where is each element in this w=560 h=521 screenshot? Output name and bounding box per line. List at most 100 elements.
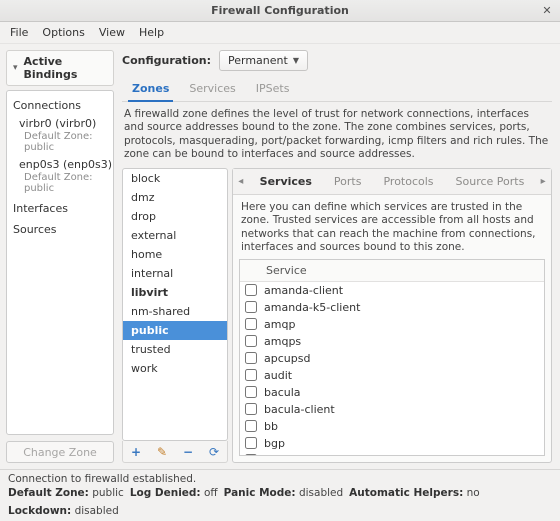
service-checkbox[interactable] [245,403,257,415]
menu-view[interactable]: View [99,26,125,39]
auto-helpers-value: no [467,487,480,499]
service-list[interactable]: Service amanda-clientamanda-k5-client amq… [239,259,545,457]
scroll-left-icon[interactable]: ◂ [233,176,249,187]
inner-tab-ports[interactable]: Ports [323,169,373,194]
service-name: amanda-k5-client [262,300,544,315]
service-row[interactable]: bacula [240,384,544,401]
service-checkbox[interactable] [245,318,257,330]
active-bindings-label: Active Bindings [24,55,107,81]
inner-tab-source-ports[interactable]: Source Ports [445,169,536,194]
close-icon[interactable]: ✕ [540,3,554,17]
service-name: bb [262,419,544,434]
zone-item-libvirt[interactable]: libvirt [123,283,227,302]
add-icon[interactable]: + [128,444,144,460]
titlebar: Firewall Configuration ✕ [0,0,560,22]
configuration-value: Permanent [228,54,288,67]
lockdown-value: disabled [75,505,119,517]
log-denied-value: off [204,487,218,499]
service-row[interactable]: audit [240,367,544,384]
lockdown-label: Lockdown: [8,505,71,517]
zone-item-nm-shared[interactable]: nm-shared [123,302,227,321]
change-zone-button: Change Zone [6,441,114,463]
status-line-2: Default Zone: public Log Denied: off Pan… [0,485,560,521]
service-checkbox[interactable] [245,437,257,449]
service-name: bitcoin [262,453,544,457]
tab-zones[interactable]: Zones [122,77,179,101]
sidebar: ▾ Active Bindings Connections virbr0 (vi… [6,50,114,463]
service-row[interactable]: amqp [240,316,544,333]
zone-toolbar: + ✎ − ⟳ [122,441,228,463]
zone-item-home[interactable]: home [123,245,227,264]
inner-tab-protocols[interactable]: Protocols [372,169,444,194]
zone-detail-pane: ◂ Services Ports Protocols Source Ports … [232,168,552,463]
service-row[interactable]: bitcoin [240,452,544,457]
auto-helpers-label: Automatic Helpers: [349,487,463,499]
zone-item-work[interactable]: work [123,359,227,378]
zone-item-internal[interactable]: internal [123,264,227,283]
connection-item[interactable]: enp0s3 (enp0s3) [7,157,113,172]
default-zone-value: public [92,487,124,499]
connection-item-sub: Default Zone: public [7,131,113,157]
chevron-down-icon: ▾ [13,63,18,73]
service-row[interactable]: amqps [240,333,544,350]
log-denied-label: Log Denied: [130,487,201,499]
active-bindings-header[interactable]: ▾ Active Bindings [6,50,114,86]
panic-label: Panic Mode: [224,487,296,499]
service-name: amqps [262,334,544,349]
interfaces-category[interactable]: Interfaces [7,198,113,219]
top-tabs: Zones Services IPSets [122,77,552,102]
service-row[interactable]: bb [240,418,544,435]
service-row[interactable]: apcupsd [240,350,544,367]
default-zone-label: Default Zone: [8,487,89,499]
zone-list[interactable]: blockdmzdropexternalhomeinternallibvirtn… [122,168,228,441]
menu-help[interactable]: Help [139,26,164,39]
zone-item-block[interactable]: block [123,169,227,188]
service-name: bacula [262,385,544,400]
remove-icon[interactable]: − [180,444,196,460]
connection-item-sub: Default Zone: public [7,172,113,198]
service-checkbox[interactable] [245,386,257,398]
main-pane: Configuration: Permanent ▼ Zones Service… [120,50,554,463]
service-checkbox[interactable] [245,284,257,296]
service-checkbox[interactable] [245,369,257,381]
zone-item-drop[interactable]: drop [123,207,227,226]
connection-item[interactable]: virbr0 (virbr0) [7,116,113,131]
bindings-list[interactable]: Connections virbr0 (virbr0) Default Zone… [6,90,114,435]
service-row[interactable]: amanda-k5-client [240,299,544,316]
service-name: bgp [262,436,544,451]
scroll-right-icon[interactable]: ▸ [535,176,551,187]
zone-item-external[interactable]: external [123,226,227,245]
window-title: Firewall Configuration [211,4,349,17]
sources-category[interactable]: Sources [7,219,113,240]
status-line-1: Connection to firewalld established. [0,469,560,485]
configuration-select[interactable]: Permanent ▼ [219,50,308,71]
service-checkbox[interactable] [245,420,257,432]
service-checkbox[interactable] [245,352,257,364]
zone-item-public[interactable]: public [123,321,227,340]
service-row[interactable]: bgp [240,435,544,452]
menubar: File Options View Help [0,22,560,44]
zone-item-dmz[interactable]: dmz [123,188,227,207]
service-name: amqp [262,317,544,332]
menu-options[interactable]: Options [42,26,84,39]
edit-icon[interactable]: ✎ [154,444,170,460]
service-row[interactable]: amanda-client [240,282,544,299]
menu-file[interactable]: File [10,26,28,39]
tab-services[interactable]: Services [179,77,245,101]
tab-ipsets[interactable]: IPSets [246,77,300,101]
service-column-header[interactable]: Service [262,260,544,281]
service-name: bacula-client [262,402,544,417]
service-row[interactable]: bacula-client [240,401,544,418]
inner-tab-services[interactable]: Services [249,169,323,194]
service-name: apcupsd [262,351,544,366]
zone-inner-tabs: ◂ Services Ports Protocols Source Ports … [233,169,551,195]
service-checkbox[interactable] [245,301,257,313]
chevron-down-icon: ▼ [293,56,299,65]
connections-category[interactable]: Connections [7,95,113,116]
zone-item-trusted[interactable]: trusted [123,340,227,359]
service-checkbox[interactable] [245,454,257,456]
refresh-icon[interactable]: ⟳ [206,444,222,460]
services-description: Here you can define which services are t… [233,195,551,259]
service-name: audit [262,368,544,383]
service-checkbox[interactable] [245,335,257,347]
